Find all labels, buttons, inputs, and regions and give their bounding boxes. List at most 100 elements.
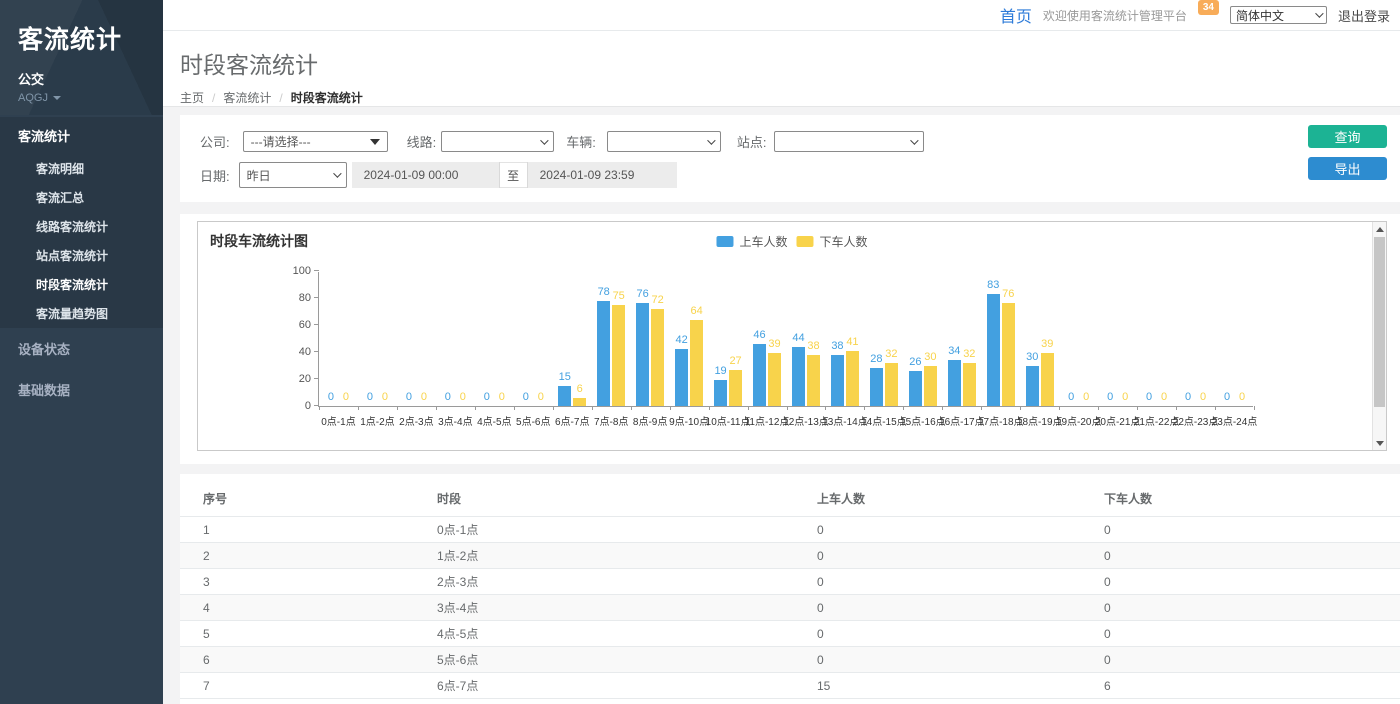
bar-boarding [753, 344, 766, 406]
sidebar-item-passenger-summary[interactable]: 客流汇总 [0, 183, 163, 212]
legend-swatch-alighting [797, 236, 814, 247]
x-tick-mark [631, 406, 632, 410]
table-header-cell: 时段 [414, 474, 794, 517]
date-preset-value: 昨日 [247, 167, 271, 184]
bar-value-label: 19 [714, 365, 726, 377]
topbar: 首页 欢迎使用客流统计管理平台 34 简体中文 退出登录 [163, 0, 1400, 31]
date-to-label: 至 [499, 162, 528, 188]
scroll-down-icon[interactable] [1373, 436, 1386, 450]
legend-label-alighting: 下车人数 [820, 233, 868, 250]
legend-swatch-boarding [716, 236, 733, 247]
station-select[interactable] [774, 131, 924, 152]
table-header-cell: 上车人数 [794, 474, 1081, 517]
filter-row-1: 公司: ---请选择--- 线路: 车辆: 站点: [180, 131, 924, 152]
table-header-row: 序号时段上车人数下车人数 [180, 474, 1400, 517]
sidebar-item-line-stats[interactable]: 线路客流统计 [0, 212, 163, 241]
table-cell: 0 [794, 621, 1081, 647]
breadcrumb-current: 时段客流统计 [291, 89, 363, 106]
bar-boarding [948, 360, 961, 406]
bar-boarding [1026, 366, 1039, 407]
table-cell: 4 [180, 595, 414, 621]
home-link[interactable]: 首页 [1000, 3, 1032, 27]
sidebar-item-base-data[interactable]: 基础数据 [0, 369, 163, 410]
date-end-input[interactable]: 2024-01-09 23:59 [528, 162, 677, 188]
table-panel: 序号时段上车人数下车人数 10点-1点0021点-2点0032点-3点0043点… [180, 474, 1400, 704]
sidebar-item-trend-chart[interactable]: 客流量趋势图 [0, 299, 163, 328]
breadcrumb-home[interactable]: 主页 [180, 89, 204, 106]
x-tick-mark [942, 406, 943, 410]
table-cell: 0 [794, 647, 1081, 673]
x-tick-mark [825, 406, 826, 410]
sidebar-item-passenger-stats[interactable]: 客流统计 [0, 117, 163, 154]
bar-value-label: 76 [1002, 288, 1014, 300]
x-tick-mark [787, 406, 788, 410]
table-row: 32点-3点00 [180, 569, 1400, 595]
company-select-value: ---请选择--- [251, 133, 311, 150]
bar-value-label: 78 [598, 286, 610, 298]
vehicle-select[interactable] [607, 131, 721, 152]
sidebar-item-device-status[interactable]: 设备状态 [0, 328, 163, 369]
table-header-cell: 下车人数 [1081, 474, 1400, 517]
bar-alighting [1041, 353, 1054, 406]
bar-value-label: 27 [729, 355, 741, 367]
line-select[interactable] [441, 131, 554, 152]
logout-link[interactable]: 退出登录 [1338, 6, 1390, 25]
export-button[interactable]: 导出 [1308, 157, 1387, 180]
bar-value-label: 0 [406, 391, 412, 403]
y-tick-mark [314, 378, 319, 379]
station-label: 站点: [737, 132, 767, 151]
bar-value-label: 0 [1185, 391, 1191, 403]
table-cell: 6点-7点 [414, 673, 794, 699]
date-preset-select[interactable]: 昨日 [239, 162, 347, 188]
bar-boarding [909, 371, 922, 406]
x-tick-mark [475, 406, 476, 410]
chart-vertical-scrollbar[interactable] [1372, 222, 1386, 450]
bar-value-label: 0 [484, 391, 490, 403]
page-heading: 时段客流统计 主页 / 客流统计 / 时段客流统计 [163, 31, 1400, 107]
sidebar-item-period-stats[interactable]: 时段客流统计 [0, 270, 163, 299]
chart-title: 时段车流统计图 [210, 231, 308, 251]
bar-value-label: 0 [1122, 391, 1128, 403]
bar-value-label: 0 [1146, 391, 1152, 403]
table-cell: 0 [1081, 517, 1400, 543]
chart-box: 时段车流统计图 上车人数 下车人数 020406080100000点-1点001… [197, 221, 1387, 451]
scroll-up-icon[interactable] [1373, 222, 1386, 236]
x-axis-category-label: 1点-2点 [360, 413, 394, 428]
bar-chart-plot: 020406080100000点-1点001点-2点002点-3点003点-4点… [318, 272, 1253, 407]
filter-panel: 公司: ---请选择--- 线路: 车辆: 站点: [180, 115, 1400, 202]
table-cell: 2 [180, 543, 414, 569]
table-cell: 0 [794, 595, 1081, 621]
bar-alighting [768, 353, 781, 406]
company-select[interactable]: ---请选择--- [243, 131, 388, 152]
x-tick-mark [864, 406, 865, 410]
breadcrumb-parent[interactable]: 客流统计 [223, 89, 271, 106]
x-axis-category-label: 5点-6点 [516, 413, 550, 428]
bar-value-label: 38 [807, 340, 819, 352]
table-cell: 0 [1081, 647, 1400, 673]
bar-boarding [675, 349, 688, 406]
chevron-down-icon [540, 136, 548, 144]
date-start-input[interactable]: 2024-01-09 00:00 [352, 162, 499, 188]
bar-value-label: 0 [499, 391, 505, 403]
table-cell: 4点-5点 [414, 621, 794, 647]
x-axis-category-label: 6点-7点 [555, 413, 589, 428]
query-button[interactable]: 查询 [1308, 125, 1387, 148]
table-row: 43点-4点00 [180, 595, 1400, 621]
sidebar-item-station-stats[interactable]: 站点客流统计 [0, 241, 163, 270]
scrollbar-thumb[interactable] [1374, 237, 1385, 407]
language-select[interactable]: 简体中文 [1230, 6, 1327, 24]
breadcrumb-separator: / [279, 91, 282, 105]
bar-alighting [807, 355, 820, 406]
bar-value-label: 0 [1239, 391, 1245, 403]
x-axis-category-label: 0点-1点 [321, 413, 355, 428]
x-tick-mark [436, 406, 437, 410]
sidebar: 客流统计 公交 AQGJ 客流统计客流明细客流汇总线路客流统计站点客流统计时段客… [0, 0, 163, 704]
bar-value-label: 0 [1107, 391, 1113, 403]
chevron-down-icon [333, 169, 341, 177]
x-tick-mark [1098, 406, 1099, 410]
sidebar-item-passenger-detail[interactable]: 客流明细 [0, 154, 163, 183]
y-tick-label: 0 [277, 400, 311, 412]
x-tick-mark [1215, 406, 1216, 410]
x-tick-mark [748, 406, 749, 410]
profile-dropdown[interactable]: AQGJ [18, 92, 145, 104]
